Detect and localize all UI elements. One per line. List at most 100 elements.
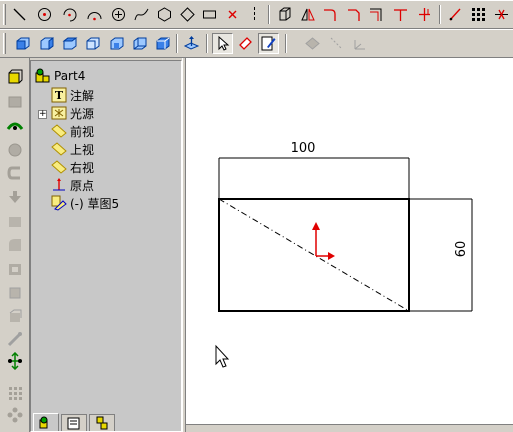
feature-manager-tree: Part4 T 注解 + 光源 前视 上视 右视 原点 (-) 草图5 xyxy=(30,60,182,432)
cut-revolve-icon xyxy=(4,186,26,208)
pattern-icon xyxy=(4,328,26,350)
rectangle-icon[interactable] xyxy=(199,4,220,25)
select-icon[interactable] xyxy=(212,33,233,54)
tree-item-annotations[interactable]: T 注解 xyxy=(51,86,94,104)
tab-configuration-manager[interactable] xyxy=(89,414,115,431)
tree-item-label: 前视 xyxy=(70,124,95,139)
tree-item-top-plane[interactable]: 上视 xyxy=(51,140,94,158)
tree-item-right-plane[interactable]: 右视 xyxy=(51,158,94,176)
edit-sketch-icon[interactable] xyxy=(258,33,279,54)
loft-icon xyxy=(4,139,26,161)
coordinate-system-icon xyxy=(349,33,370,54)
isometric-view-icon[interactable] xyxy=(152,33,173,54)
sketch-icon[interactable] xyxy=(235,33,256,54)
grid-icon[interactable] xyxy=(468,4,489,25)
tree-item-label: (-) 草图5 xyxy=(70,196,120,211)
linear-pattern-icon xyxy=(4,382,26,404)
chamfer-icon[interactable] xyxy=(344,4,365,25)
axis-icon xyxy=(326,33,347,54)
tab-property-manager[interactable] xyxy=(61,414,87,431)
trim-icon[interactable] xyxy=(390,4,411,25)
rib-icon xyxy=(4,282,26,304)
offset-icon[interactable] xyxy=(366,4,387,25)
graphics-area[interactable]: 100 60 xyxy=(186,58,513,432)
plane-icon xyxy=(51,142,67,156)
center-circle-icon[interactable] xyxy=(108,4,129,25)
top-view-icon[interactable] xyxy=(106,33,127,54)
plane-icon xyxy=(302,33,323,54)
diamond-icon[interactable] xyxy=(177,4,198,25)
part-icon xyxy=(35,68,50,83)
toolbar-grip[interactable] xyxy=(3,4,6,25)
smart-dimension-icon[interactable] xyxy=(445,4,466,25)
toolbar-grip[interactable] xyxy=(3,33,6,54)
tree-item-label: 注解 xyxy=(70,88,95,103)
relations-icon[interactable] xyxy=(491,4,512,25)
line-icon[interactable] xyxy=(9,4,30,25)
revolve-boss-icon xyxy=(4,91,26,113)
back-view-icon[interactable] xyxy=(36,33,57,54)
shell-icon xyxy=(4,258,26,280)
height-dimension[interactable]: 60 xyxy=(409,198,473,312)
tree-item-label: 光源 xyxy=(70,106,95,121)
circular-pattern-icon xyxy=(4,404,26,426)
manager-tabs xyxy=(33,413,183,431)
tab-feature-manager[interactable] xyxy=(33,413,59,431)
toolbar-separator xyxy=(439,5,441,24)
annotation-icon: T xyxy=(51,87,67,103)
tree-item-lighting[interactable]: 光源 xyxy=(51,104,94,122)
property-manager-icon xyxy=(67,417,80,430)
point-icon[interactable] xyxy=(222,4,243,25)
box-icon[interactable] xyxy=(274,4,295,25)
toolbar-separator xyxy=(176,34,178,53)
toolbar-separator xyxy=(268,5,270,24)
bottom-view-icon[interactable] xyxy=(129,33,150,54)
lighting-icon xyxy=(51,106,67,120)
plane-icon xyxy=(51,160,67,174)
normal-to-icon[interactable] xyxy=(181,33,202,54)
sketch-icon xyxy=(51,195,67,211)
tree-root-label: Part4 xyxy=(54,69,86,83)
construction-diagonal[interactable] xyxy=(218,198,410,312)
tree-item-front-plane[interactable]: 前视 xyxy=(51,122,94,140)
fillet-feature-icon xyxy=(4,210,26,232)
right-view-icon[interactable] xyxy=(82,33,103,54)
toolbar-separator xyxy=(206,34,208,53)
mirror-icon[interactable] xyxy=(297,4,318,25)
tree-item-sketch[interactable]: (-) 草图5 xyxy=(51,194,119,212)
origin-icon xyxy=(53,178,65,191)
arc-icon[interactable] xyxy=(59,4,80,25)
tangent-arc-icon[interactable] xyxy=(84,4,105,25)
draft-icon xyxy=(4,306,26,328)
tree-item-label: 原点 xyxy=(70,178,95,193)
left-view-icon[interactable] xyxy=(59,33,80,54)
height-dimension-value[interactable]: 60 xyxy=(454,241,469,258)
tree-item-label: 右视 xyxy=(70,160,95,175)
width-dimension[interactable]: 100 xyxy=(218,141,410,198)
spline-icon[interactable] xyxy=(131,4,152,25)
mouse-cursor-icon xyxy=(215,344,230,368)
circle-icon[interactable] xyxy=(34,4,55,25)
centerline-icon[interactable] xyxy=(244,4,265,25)
plane-icon xyxy=(51,124,67,138)
sketch-origin-icon[interactable] xyxy=(312,222,335,260)
view-toolbar xyxy=(0,29,513,58)
width-dimension-value[interactable]: 100 xyxy=(291,141,316,156)
fillet-icon[interactable] xyxy=(320,4,341,25)
horizontal-scrollbar[interactable] xyxy=(186,424,513,432)
polygon-icon[interactable] xyxy=(154,4,175,25)
cut-extrude-icon xyxy=(4,162,26,184)
expand-toggle[interactable]: + xyxy=(38,110,47,119)
extrude-boss-icon[interactable] xyxy=(4,66,26,88)
sketch-tools-toolbar xyxy=(0,0,513,29)
front-view-icon[interactable] xyxy=(12,33,33,54)
feature-manager-icon xyxy=(39,416,48,428)
feature-toolbar xyxy=(0,58,30,432)
move-sketch-icon[interactable] xyxy=(4,350,26,372)
tree-item-origin[interactable]: 原点 xyxy=(51,176,94,194)
chamfer-feature-icon xyxy=(4,234,26,256)
configuration-manager-icon xyxy=(96,416,108,430)
sweep-icon[interactable] xyxy=(4,115,26,137)
extend-icon[interactable] xyxy=(414,4,435,25)
tree-root-part[interactable]: Part4 xyxy=(35,67,85,85)
